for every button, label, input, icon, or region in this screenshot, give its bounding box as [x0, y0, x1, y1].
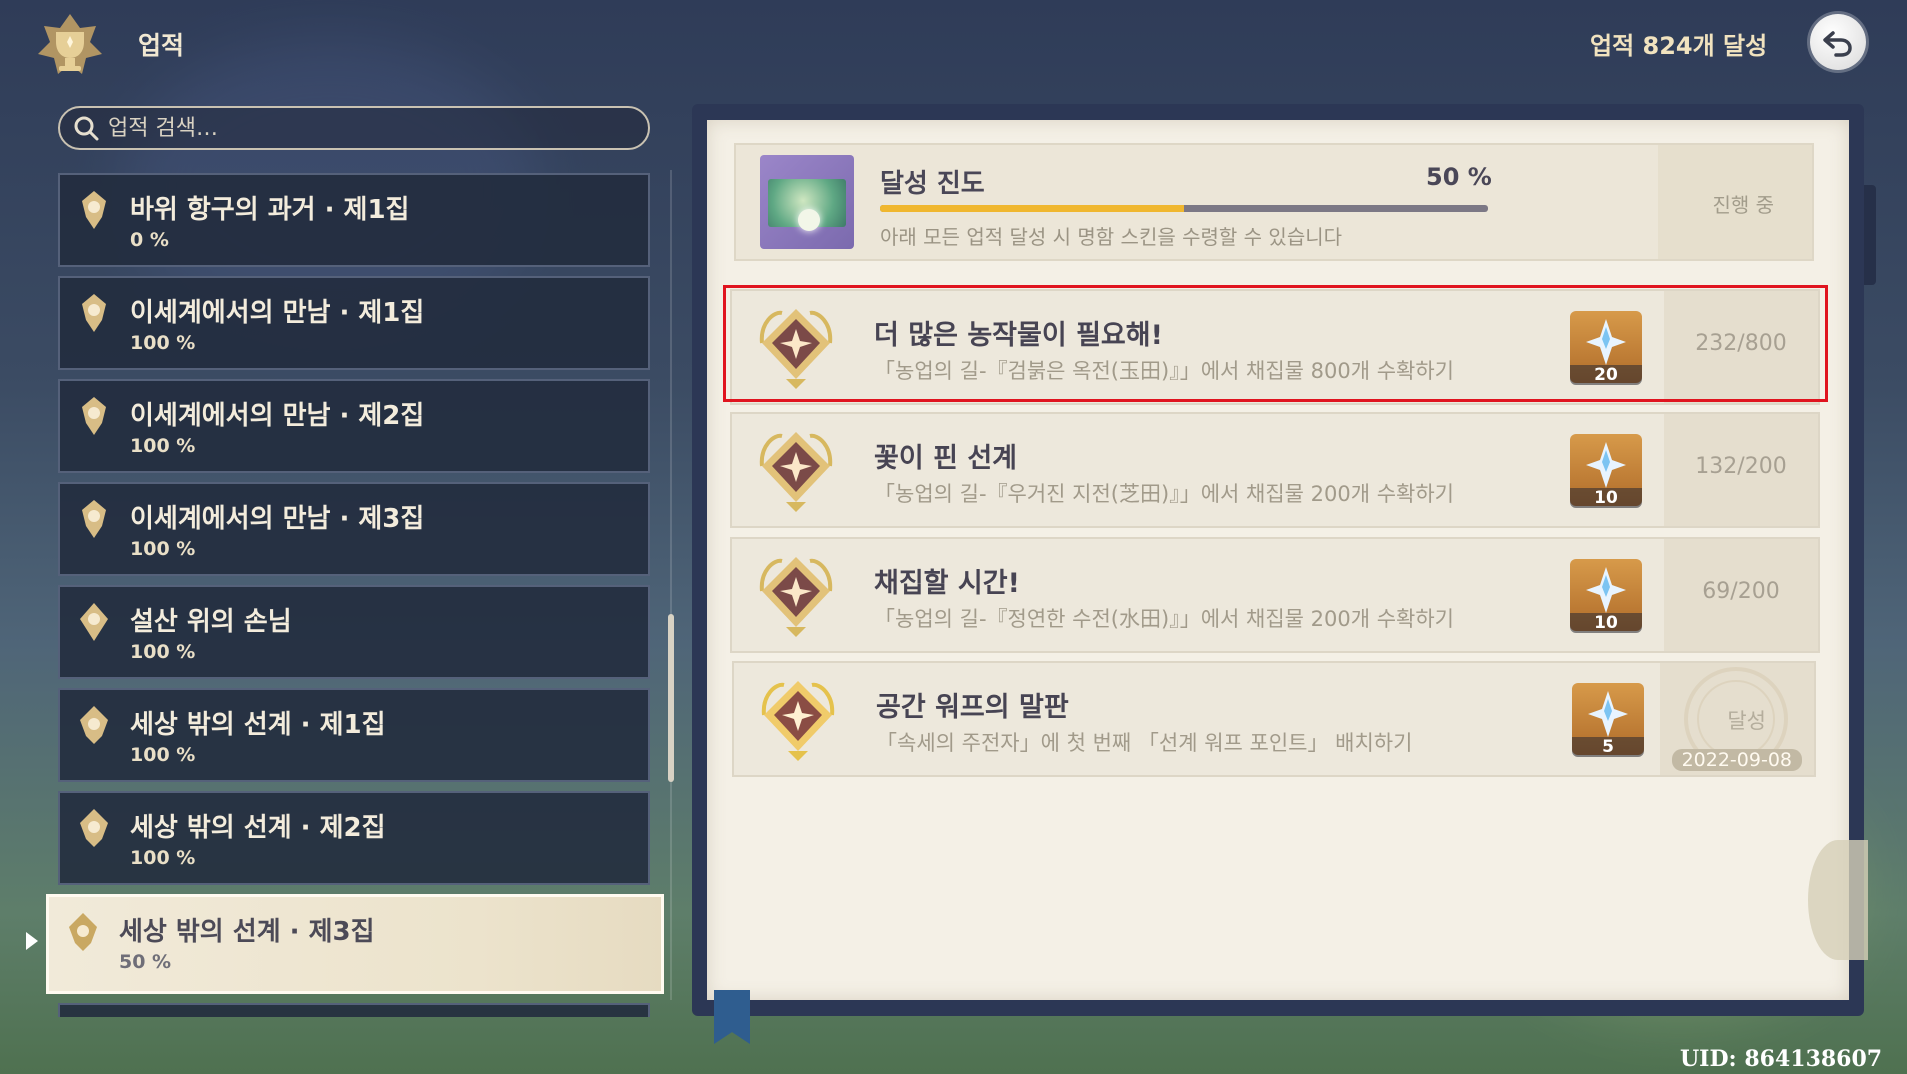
achievement-medal-icon: [80, 603, 108, 641]
achievement-title: 공간 워프의 말판: [876, 692, 1069, 723]
scroll-track: [670, 170, 672, 1000]
page-title: 업적: [138, 31, 185, 60]
progress-title: 달성 진도: [880, 169, 985, 199]
category-item[interactable]: 이세계에서의 만남 · 제3집 100 %: [58, 482, 650, 576]
category-percent: 100 %: [130, 641, 196, 663]
category-title: 세상 밖의 선계 · 제1집: [130, 710, 386, 740]
category-title: 바위 항구의 과거 · 제1집: [130, 195, 410, 225]
category-item[interactable]: 설산 위의 손님 100 %: [58, 585, 650, 679]
reward-count: 5: [1572, 737, 1644, 757]
progress-status: 진행 중: [1712, 193, 1774, 217]
category-percent: 0 %: [130, 229, 169, 251]
bookmark-ribbon: [714, 990, 750, 1044]
decorative-seal: [1808, 840, 1868, 960]
category-title: 이세계에서의 만남 · 제1집: [130, 298, 425, 328]
category-title: 설산 위의 손님: [130, 607, 292, 637]
reward-count: 10: [1570, 488, 1642, 508]
achievement-title: 채집할 시간!: [874, 568, 1020, 599]
category-item[interactable]: 세상 밖의 선계 · 제2집 100 %: [58, 791, 650, 885]
highlight-box: [723, 285, 1828, 402]
category-percent: 100 %: [130, 847, 196, 869]
category-title: 이세계에서의 만남 · 제2집: [130, 401, 425, 431]
category-title: 세상 밖의 선계 · 제3집: [119, 917, 375, 947]
achievement-medal-icon: [80, 809, 108, 847]
namecard-reward-icon: [760, 155, 854, 249]
achievement-medal-icon: [759, 557, 833, 637]
search-input[interactable]: [106, 114, 630, 142]
series-progress-card: 달성 진도 50 % 아래 모든 업적 달성 시 명함 스킨을 수령할 수 있습…: [734, 143, 1814, 261]
primogem-icon: [1586, 442, 1626, 488]
achievement-medal-icon: [82, 191, 106, 229]
category-item[interactable]: 세상 밖의 선계 · 제1집 100 %: [58, 688, 650, 782]
category-percent: 100 %: [130, 332, 196, 354]
achievement-title: 꽃이 핀 선계: [874, 443, 1017, 474]
book-tab: [1864, 185, 1876, 285]
category-item[interactable]: 이세계에서의 만남 · 제1집 100 %: [58, 276, 650, 370]
reward-count: 10: [1570, 613, 1642, 633]
search-icon: [74, 116, 99, 141]
achievement-description: 「속세의 주전자」에 첫 번째 「선계 워프 포인트」 배치하기: [876, 731, 1413, 755]
reward-item[interactable]: 10: [1570, 434, 1642, 508]
achievement-medal-icon: [761, 681, 835, 761]
reward-item[interactable]: 10: [1570, 559, 1642, 633]
achievement-medal-icon: [759, 432, 833, 512]
back-button[interactable]: [1810, 14, 1866, 70]
search-bar[interactable]: [58, 106, 650, 150]
completed-date: 2022-09-08: [1671, 749, 1802, 771]
completed-label: 달성: [1727, 709, 1766, 733]
achievement-row-completed[interactable]: 공간 워프의 말판 「속세의 주전자」에 첫 번째 「선계 워프 포인트」 배치…: [732, 661, 1816, 777]
category-percent: 50 %: [119, 951, 172, 973]
return-arrow-icon: [1823, 31, 1852, 57]
achievement-medal-icon: [69, 913, 97, 951]
category-item-selected[interactable]: 세상 밖의 선계 · 제3집 50 %: [46, 894, 664, 994]
player-uid: UID: 864138607: [1680, 1046, 1883, 1072]
achievement-row[interactable]: 꽃이 핀 선계 「농업의 길-『우거진 지전(芝田)』」에서 채집물 200개 …: [730, 412, 1820, 528]
category-percent: 100 %: [130, 744, 196, 766]
achievement-total: 업적 824개 달성: [1590, 32, 1768, 60]
category-item[interactable]: [58, 1003, 650, 1017]
category-percent: 100 %: [130, 435, 196, 457]
achievement-row[interactable]: 채집할 시간! 「농업의 길-『정연한 수전(水田)』」에서 채집물 200개 …: [730, 537, 1820, 653]
category-title: 이세계에서의 만남 · 제3집: [130, 504, 425, 534]
achievement-description: 「농업의 길-『정연한 수전(水田)』」에서 채집물 200개 수확하기: [874, 607, 1455, 631]
selected-indicator-icon: [26, 932, 38, 950]
progress-percent: 50 %: [1426, 163, 1492, 191]
reward-item[interactable]: 5: [1572, 683, 1644, 757]
primogem-icon: [1586, 567, 1626, 613]
progress-fill: [880, 205, 1184, 212]
achievement-emblem-icon: [32, 8, 108, 84]
achievement-progress-count: 69/200: [1702, 579, 1780, 604]
achievement-medal-icon: [82, 397, 106, 435]
category-percent: 100 %: [130, 538, 196, 560]
category-scrollbar[interactable]: [668, 614, 674, 782]
achievement-description: 「농업의 길-『우거진 지전(芝田)』」에서 채집물 200개 수확하기: [874, 482, 1455, 506]
progress-bar: [880, 205, 1488, 212]
achievement-medal-icon: [82, 500, 106, 538]
primogem-icon: [1588, 691, 1628, 737]
achievement-progress-count: 132/200: [1695, 454, 1787, 479]
achievement-medal-icon: [82, 294, 106, 332]
category-title: 세상 밖의 선계 · 제2집: [130, 813, 386, 843]
progress-description: 아래 모든 업적 달성 시 명함 스킨을 수령할 수 있습니다: [880, 225, 1343, 249]
achievement-medal-icon: [80, 706, 108, 744]
category-item[interactable]: 바위 항구의 과거 · 제1집 0 %: [58, 173, 650, 267]
category-item[interactable]: 이세계에서의 만남 · 제2집 100 %: [58, 379, 650, 473]
